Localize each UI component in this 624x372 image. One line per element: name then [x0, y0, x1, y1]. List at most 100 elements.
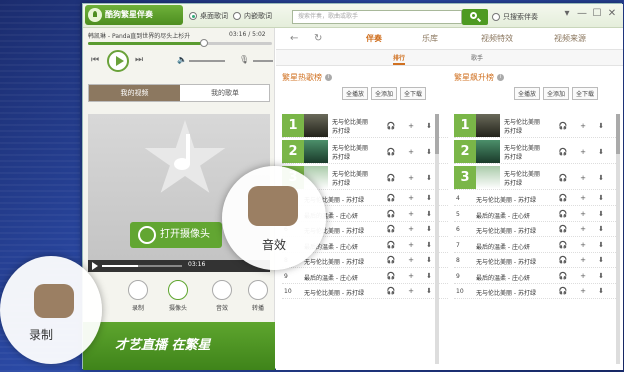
volume-icon[interactable]: 🔈 [177, 55, 187, 64]
progress-knob[interactable] [199, 39, 208, 47]
menu-dropdown-icon[interactable]: ▾ [561, 8, 573, 19]
list-item[interactable]: 8 无与伦比美丽 - 苏打绿 🎧 + ⬇ [454, 254, 620, 268]
list-item[interactable]: 9 最后的温柔 - 庄心妍 🎧 + ⬇ [454, 270, 620, 284]
tab-my-video[interactable]: 我的视频 [89, 85, 180, 101]
plus-icon[interactable]: + [406, 210, 416, 218]
list-item[interactable]: 1 无与伦比美丽 苏打绿 🎧 + ⬇ [282, 114, 448, 138]
list-item[interactable]: 9 最后的温柔 - 庄心妍 🎧 + ⬇ [282, 270, 448, 284]
headphones-icon[interactable]: 🎧 [558, 272, 568, 280]
plus-icon[interactable]: + [406, 256, 416, 264]
mic-volume-slider[interactable] [253, 60, 273, 62]
video-play-icon[interactable] [92, 262, 98, 270]
plus-icon[interactable]: + [406, 287, 416, 295]
prev-icon[interactable]: ⏮ [91, 55, 99, 65]
plus-icon[interactable]: + [406, 122, 416, 130]
plus-icon[interactable]: + [406, 174, 416, 182]
plus-icon[interactable]: + [406, 194, 416, 202]
headphones-icon[interactable]: 🎧 [558, 241, 568, 249]
download-icon[interactable]: ⬇ [596, 225, 606, 233]
relay-tool[interactable]: 转播 [243, 280, 273, 312]
download-icon[interactable]: ⬇ [596, 174, 606, 182]
download-icon[interactable]: ⬇ [596, 241, 606, 249]
tab-my-songlist[interactable]: 我的歌单 [180, 85, 270, 101]
effects-tool[interactable]: 音效 [207, 280, 237, 312]
volume-slider[interactable] [189, 60, 225, 62]
tab-video-effects[interactable]: 视频特效 [481, 33, 513, 44]
open-camera-button[interactable]: 打开摄像头 [130, 222, 222, 248]
plus-icon[interactable]: + [578, 174, 588, 182]
download-icon[interactable]: ⬇ [424, 241, 434, 249]
download-icon[interactable]: ⬇ [424, 194, 434, 202]
headphones-icon[interactable]: 🎧 [558, 148, 568, 156]
download-icon[interactable]: ⬇ [596, 194, 606, 202]
download-icon[interactable]: ⬇ [596, 272, 606, 280]
plus-icon[interactable]: + [578, 148, 588, 156]
plus-icon[interactable]: + [578, 122, 588, 130]
download-icon[interactable]: ⬇ [596, 256, 606, 264]
download-icon[interactable]: ⬇ [596, 122, 606, 130]
hot_list-action-button[interactable]: 全下载 [400, 87, 427, 100]
desktop-lyrics-radio[interactable]: 桌面歌词 [189, 11, 228, 21]
headphones-icon[interactable]: 🎧 [558, 122, 568, 130]
rise_list-action-button[interactable]: 全添加 [543, 87, 570, 100]
rise_list-action-button[interactable]: 全播放 [514, 87, 541, 100]
next-icon[interactable]: ⏭ [135, 55, 143, 65]
list-item[interactable]: 10 无与伦比美丽 - 苏打绿 🎧 + ⬇ [282, 285, 448, 299]
rising-list-scrollbar[interactable] [616, 114, 620, 364]
download-icon[interactable]: ⬇ [424, 256, 434, 264]
list-item[interactable]: 10 无与伦比美丽 - 苏打绿 🎧 + ⬇ [454, 285, 620, 299]
list-item[interactable]: 4 无与伦比美丽 - 苏打绿 🎧 + ⬇ [454, 192, 620, 206]
headphones-icon[interactable]: 🎧 [386, 287, 396, 295]
video-progress[interactable] [102, 265, 182, 267]
download-icon[interactable]: ⬇ [424, 174, 434, 182]
download-icon[interactable]: ⬇ [424, 148, 434, 156]
close-icon[interactable]: ✕ [606, 8, 618, 19]
download-icon[interactable]: ⬇ [424, 225, 434, 233]
plus-icon[interactable]: + [578, 272, 588, 280]
download-icon[interactable]: ⬇ [424, 210, 434, 218]
headphones-icon[interactable]: 🎧 [386, 194, 396, 202]
plus-icon[interactable]: + [578, 194, 588, 202]
camera-tool[interactable]: 摄像头 [163, 280, 193, 312]
headphones-icon[interactable]: 🎧 [386, 241, 396, 249]
download-icon[interactable]: ⬇ [596, 210, 606, 218]
list-item[interactable]: 3 无与伦比美丽苏打绿 🎧 + ⬇ [454, 166, 620, 190]
list-item[interactable]: 2 无与伦比美丽 苏打绿 🎧 + ⬇ [454, 140, 620, 164]
tab-singer[interactable]: 歌手 [471, 53, 483, 62]
search-input[interactable]: 搜索伴奏，歌曲或歌手 [292, 10, 462, 24]
list-item[interactable]: 7 最后的温柔 - 庄心妍 🎧 + ⬇ [454, 239, 620, 253]
plus-icon[interactable]: + [406, 241, 416, 249]
headphones-icon[interactable]: 🎧 [386, 272, 396, 280]
download-icon[interactable]: ⬇ [424, 272, 434, 280]
headphones-icon[interactable]: 🎧 [386, 148, 396, 156]
headphones-icon[interactable]: 🎧 [558, 256, 568, 264]
plus-icon[interactable]: + [578, 210, 588, 218]
plus-icon[interactable]: + [578, 287, 588, 295]
playback-progress[interactable] [88, 39, 272, 47]
play-button[interactable] [107, 50, 129, 72]
search-button[interactable] [462, 9, 488, 25]
list-item[interactable]: 1 无与伦比美丽 苏打绿 🎧 + ⬇ [454, 114, 620, 138]
plus-icon[interactable]: + [578, 225, 588, 233]
list-item[interactable]: 6 无与伦比美丽 - 苏打绿 🎧 + ⬇ [454, 223, 620, 237]
headphones-icon[interactable]: 🎧 [558, 287, 568, 295]
download-icon[interactable]: ⬇ [424, 122, 434, 130]
plus-icon[interactable]: + [578, 256, 588, 264]
hot_list-action-button[interactable]: 全添加 [371, 87, 398, 100]
headphones-icon[interactable]: 🎧 [558, 174, 568, 182]
headphones-icon[interactable]: 🎧 [386, 210, 396, 218]
download-icon[interactable]: ⬇ [424, 287, 434, 295]
headphones-icon[interactable]: 🎧 [386, 174, 396, 182]
maximize-icon[interactable]: ☐ [591, 8, 603, 19]
refresh-icon[interactable]: ↻ [314, 33, 322, 44]
inner-lyrics-radio[interactable]: 内嵌歌词 [233, 11, 272, 21]
rise_list-action-button[interactable]: 全下载 [572, 87, 599, 100]
minimize-icon[interactable]: — [576, 8, 588, 19]
mic-icon[interactable]: 🎙 [239, 55, 249, 64]
only-search-accompaniment-radio[interactable]: 只搜索伴奏 [492, 12, 538, 22]
list-item[interactable]: 5 最后的温柔 - 庄心妍 🎧 + ⬇ [454, 208, 620, 222]
back-arrow-icon[interactable]: ← [290, 33, 298, 44]
headphones-icon[interactable]: 🎧 [386, 225, 396, 233]
list-item[interactable]: 2 无与伦比美丽 苏打绿 🎧 + ⬇ [282, 140, 448, 164]
headphones-icon[interactable]: 🎧 [386, 122, 396, 130]
